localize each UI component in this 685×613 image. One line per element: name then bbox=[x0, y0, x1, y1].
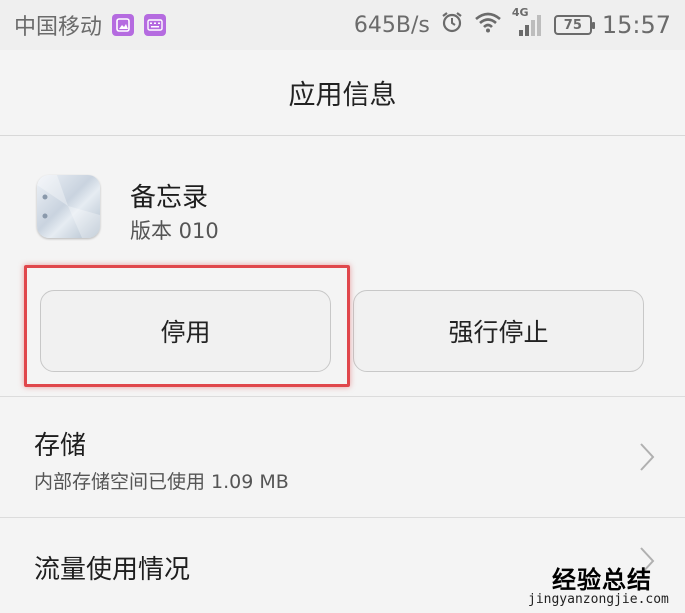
wifi-icon bbox=[474, 11, 502, 39]
watermark-text: 经验总结 bbox=[552, 566, 652, 594]
app-version: 版本 010 bbox=[130, 219, 219, 243]
chevron-right-icon bbox=[640, 443, 655, 471]
storage-row[interactable]: 存储 内部存储空间已使用 1.09 MB bbox=[0, 397, 685, 517]
alarm-icon bbox=[440, 10, 464, 40]
battery-icon: 75 bbox=[553, 15, 595, 35]
force-stop-button[interactable]: 强行停止 bbox=[353, 290, 644, 372]
data-usage-title: 流量使用情况 bbox=[34, 555, 191, 585]
cellular-signal-icon: 4G bbox=[512, 6, 544, 38]
watermark: 经验总结 jingyanzongjie.com bbox=[528, 560, 678, 610]
status-bar: 中国移动 645B/s 4G 75 15:57 bbox=[0, 0, 685, 50]
keyboard-notification-icon bbox=[144, 14, 167, 36]
highlight-annotation bbox=[24, 265, 350, 387]
storage-title: 存储 bbox=[34, 431, 87, 461]
watermark-url: jingyanzongjie.com bbox=[528, 592, 669, 607]
app-info-header: 备忘录 版本 010 bbox=[0, 137, 685, 267]
memo-app-icon bbox=[37, 175, 100, 238]
title-bar: 应用信息 bbox=[0, 50, 685, 136]
app-name: 备忘录 bbox=[130, 183, 209, 213]
page-title: 应用信息 bbox=[288, 80, 397, 111]
network-speed: 645B/s bbox=[353, 12, 430, 38]
clock: 15:57 bbox=[601, 11, 671, 39]
carrier-label: 中国移动 bbox=[14, 15, 103, 40]
gallery-notification-icon bbox=[112, 14, 135, 36]
storage-subtitle: 内部存储空间已使用 1.09 MB bbox=[34, 471, 289, 493]
